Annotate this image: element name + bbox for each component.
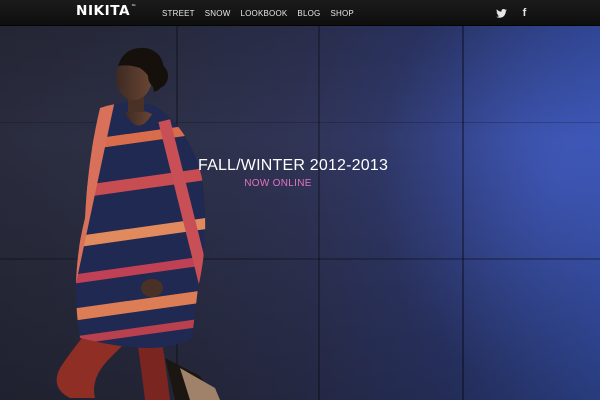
hero-headline: FALL/WINTER 2012-2013 NOW ONLINE <box>198 157 389 189</box>
main-nav: STREET SNOW LOOKBOOK BLOG SHOP <box>162 0 364 26</box>
logo-text[interactable]: NIKITA <box>76 4 130 19</box>
nav-item-snow[interactable]: SNOW <box>205 9 231 18</box>
now-online-link[interactable]: NOW ONLINE <box>198 178 358 189</box>
twitter-icon[interactable] <box>496 8 507 19</box>
nav-item-blog[interactable]: BLOG <box>297 9 320 18</box>
facebook-icon[interactable]: f <box>519 7 530 19</box>
trademark-mark: ™ <box>131 4 137 10</box>
nikita-logo[interactable]: NIKITA™ <box>76 4 137 19</box>
nav-item-shop[interactable]: SHOP <box>330 9 353 18</box>
hero-title: FALL/WINTER 2012-2013 <box>198 157 389 174</box>
nav-item-street[interactable]: STREET <box>162 9 195 18</box>
social-links: f <box>496 0 530 26</box>
model-image <box>56 47 220 400</box>
hero-banner[interactable]: FALL/WINTER 2012-2013 NOW ONLINE <box>0 26 600 400</box>
top-navigation-bar: NIKITA™ STREET SNOW LOOKBOOK BLOG SHOP f <box>0 0 600 26</box>
nav-item-lookbook[interactable]: LOOKBOOK <box>240 9 287 18</box>
